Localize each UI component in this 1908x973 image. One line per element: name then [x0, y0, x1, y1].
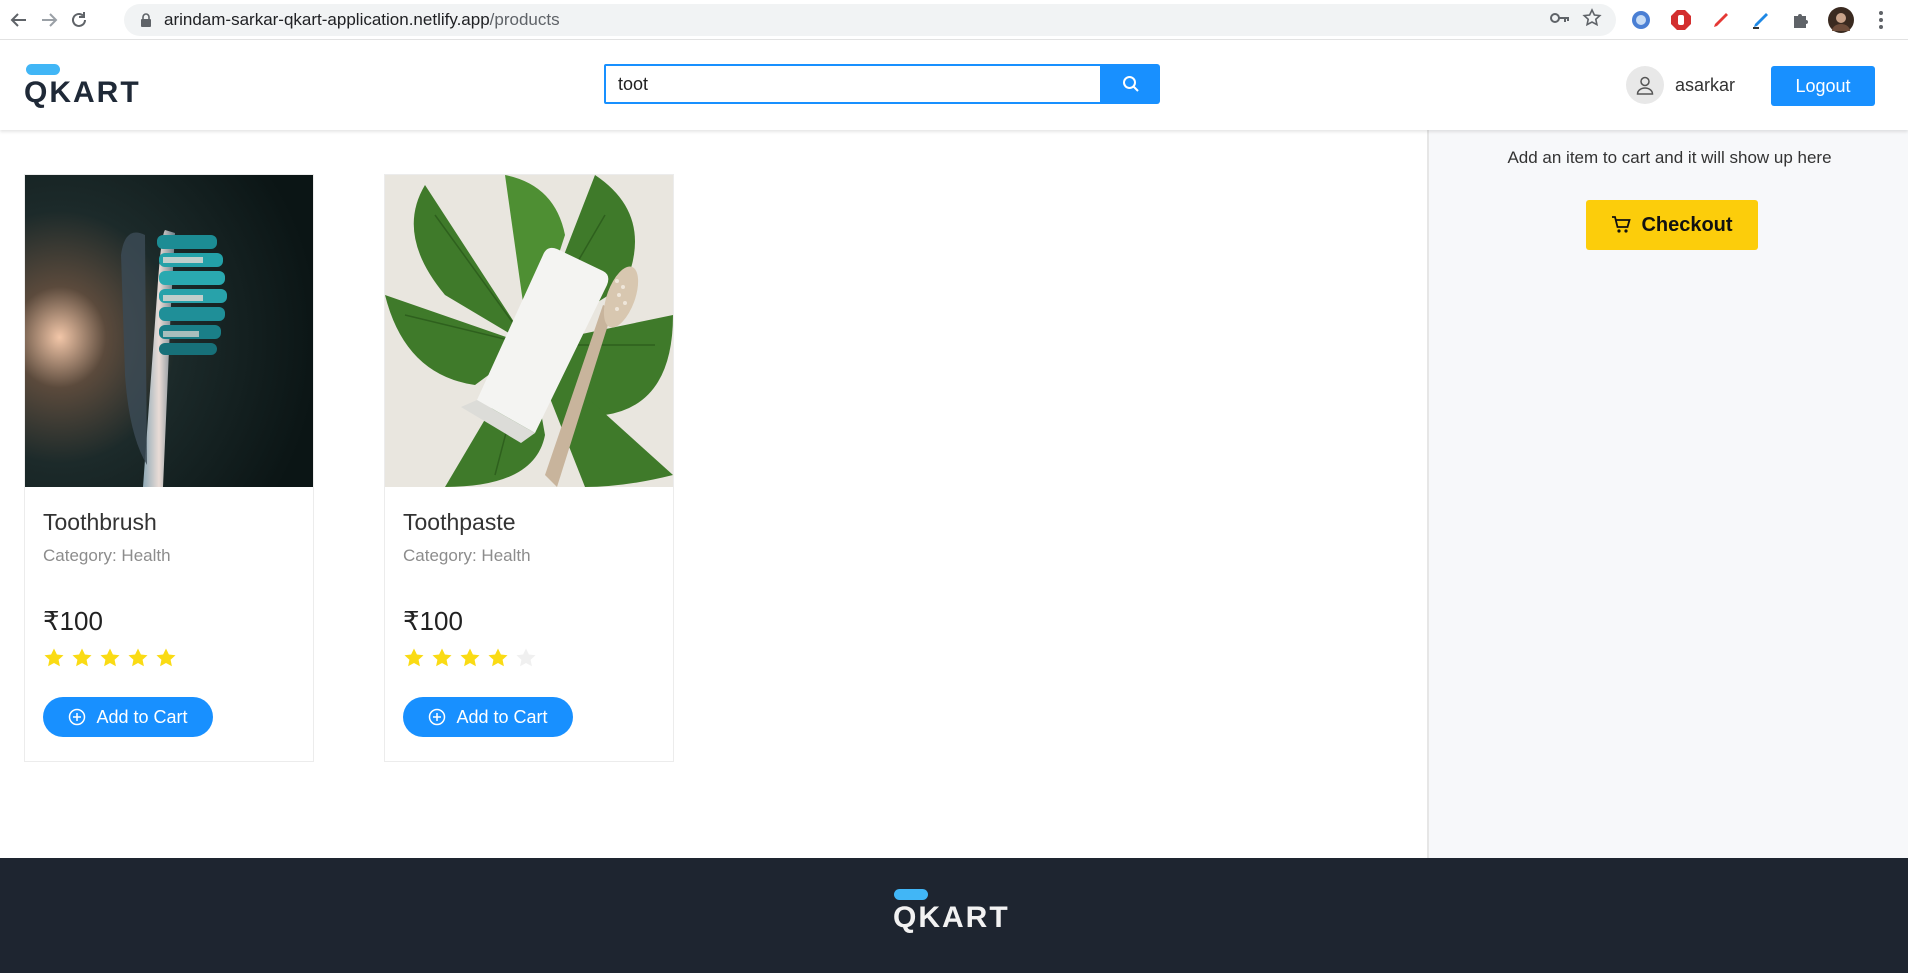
star-filled-icon: [100, 648, 120, 667]
footer-logo-text: QKART: [893, 901, 1010, 934]
product-card: Toothbrush Category: Health ₹100 Add to …: [24, 174, 314, 762]
product-category: Category: Health: [403, 546, 531, 565]
plus-circle-icon: [429, 708, 446, 726]
products-grid: Toothbrush Category: Health ₹100 Add to …: [0, 130, 1428, 858]
profile-avatar-icon[interactable]: [1828, 7, 1854, 33]
bookmark-star-icon[interactable]: [1582, 7, 1602, 33]
avatar: [1626, 66, 1664, 104]
star-filled-icon: [488, 648, 508, 667]
logo-text: QKART: [24, 76, 141, 109]
back-arrow-icon[interactable]: [4, 5, 34, 35]
footer: QKART: [0, 858, 1908, 973]
reload-icon[interactable]: [64, 5, 94, 35]
product-name: Toothpaste: [403, 509, 516, 535]
cart-icon: [1612, 216, 1632, 233]
browser-menu-icon[interactable]: [1868, 7, 1894, 33]
star-filled-icon: [72, 648, 92, 667]
checkout-button[interactable]: Checkout: [1586, 200, 1758, 250]
url-text: arindam-sarkar-qkart-application.netlify…: [164, 10, 560, 30]
user-icon: [1636, 76, 1654, 95]
logo-pill-shape: [894, 889, 928, 900]
qkart-logo[interactable]: QKART: [24, 62, 144, 112]
star-filled-icon: [432, 648, 452, 667]
star-empty-icon: [516, 648, 536, 667]
extensions-puzzle-icon[interactable]: [1788, 7, 1814, 33]
star-filled-icon: [156, 648, 176, 667]
product-name: Toothbrush: [43, 509, 157, 535]
cart-sidebar: Add an item to cart and it will show up …: [1427, 130, 1908, 858]
lock-icon: [140, 13, 154, 27]
empty-cart-message: Add an item to cart and it will show up …: [1507, 148, 1832, 167]
add-to-cart-button[interactable]: Add to Cart: [403, 697, 573, 737]
extension-adblock-icon[interactable]: [1668, 7, 1694, 33]
footer-logo: QKART: [893, 888, 1013, 938]
product-category: Category: Health: [43, 546, 171, 565]
username: asarkar: [1675, 74, 1736, 95]
extension-pen-icon[interactable]: [1708, 7, 1734, 33]
browser-toolbar: arindam-sarkar-qkart-application.netlify…: [0, 0, 1908, 40]
app-header: QKART asarkar Logout: [0, 40, 1908, 130]
forward-arrow-icon[interactable]: [34, 5, 64, 35]
product-rating: [43, 647, 295, 669]
star-filled-icon: [460, 648, 480, 667]
extension-globe-icon[interactable]: [1628, 7, 1654, 33]
search-button[interactable]: [1102, 64, 1160, 104]
plus-circle-icon: [69, 708, 86, 726]
product-image: [25, 175, 313, 487]
url-path: /products: [489, 10, 560, 29]
product-price: ₹100: [403, 606, 463, 636]
product-price: ₹100: [43, 606, 103, 636]
logout-button[interactable]: Logout: [1771, 66, 1875, 106]
add-to-cart-label: Add to Cart: [96, 706, 188, 727]
address-bar[interactable]: arindam-sarkar-qkart-application.netlify…: [124, 4, 1616, 36]
search-bar: [604, 64, 1160, 104]
add-to-cart-label: Add to Cart: [456, 706, 548, 727]
product-rating: [403, 647, 655, 669]
user-info: asarkar: [1626, 66, 1735, 104]
star-filled-icon: [128, 648, 148, 667]
extension-highlighter-icon[interactable]: [1748, 7, 1774, 33]
star-filled-icon: [44, 648, 64, 667]
key-icon[interactable]: [1550, 11, 1570, 30]
product-image: [385, 175, 673, 487]
add-to-cart-button[interactable]: Add to Cart: [43, 697, 213, 737]
url-host: arindam-sarkar-qkart-application.netlify…: [164, 10, 490, 29]
search-input[interactable]: [604, 64, 1102, 104]
star-filled-icon: [404, 648, 424, 667]
logo-pill-shape: [26, 64, 60, 75]
search-icon: [1123, 76, 1139, 92]
checkout-label: Checkout: [1641, 213, 1733, 236]
product-card: Toothpaste Category: Health ₹100 Add to …: [384, 174, 674, 762]
